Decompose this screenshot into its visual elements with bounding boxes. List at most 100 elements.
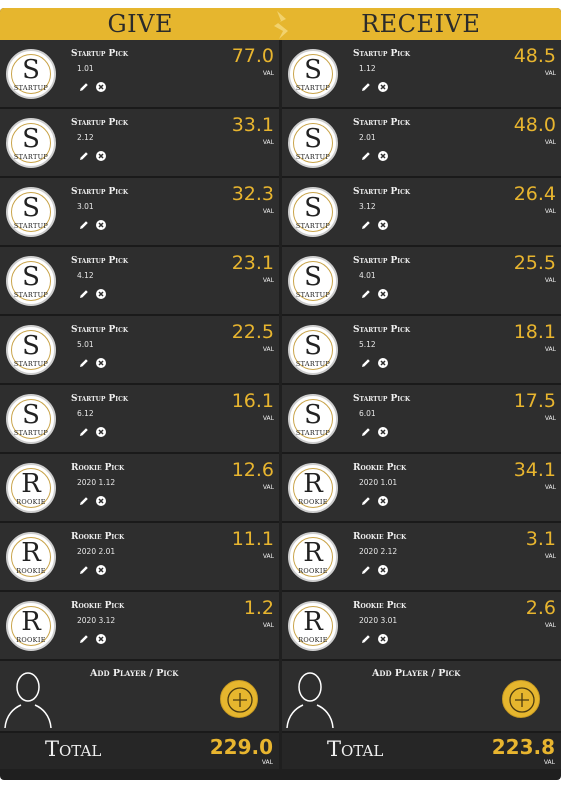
pencil-icon[interactable] (360, 495, 372, 507)
pencil-icon[interactable] (360, 219, 372, 231)
remove-x-icon[interactable] (95, 288, 107, 300)
pick-row[interactable]: S STARTUP Startup Pick 6.01 17.5 VAL (282, 385, 561, 454)
pick-type: Rookie Pick (71, 463, 125, 473)
pick-row[interactable]: S STARTUP Startup Pick 5.12 18.1 VAL (282, 316, 561, 385)
pick-number: 6.01 (359, 409, 376, 418)
remove-x-icon[interactable] (95, 150, 107, 162)
pencil-icon[interactable] (360, 426, 372, 438)
pick-value: 22.5 (231, 321, 274, 343)
remove-x-icon[interactable] (377, 81, 389, 93)
value-unit: VAL (544, 346, 556, 353)
pencil-icon[interactable] (360, 81, 372, 93)
remove-x-icon[interactable] (95, 495, 107, 507)
logo-letter: S (22, 262, 40, 292)
remove-x-icon[interactable] (95, 426, 107, 438)
remove-x-icon[interactable] (377, 426, 389, 438)
pick-logo: S STARTUP (6, 394, 56, 444)
pencil-icon[interactable] (360, 357, 372, 369)
pick-logo: S STARTUP (288, 118, 338, 168)
pick-row[interactable]: S STARTUP Startup Pick 5.01 22.5 VAL (0, 316, 279, 385)
remove-x-icon[interactable] (95, 81, 107, 93)
pick-row[interactable]: S STARTUP Startup Pick 6.12 16.1 VAL (0, 385, 279, 454)
pick-number: 5.12 (359, 340, 376, 349)
remove-x-icon[interactable] (95, 564, 107, 576)
pick-logo: S STARTUP (6, 256, 56, 306)
add-player-row[interactable]: Add Player / Pick (0, 661, 279, 733)
pick-number: 2020 2.01 (77, 547, 116, 556)
value-unit: VAL (544, 622, 556, 629)
pencil-icon[interactable] (360, 150, 372, 162)
remove-x-icon[interactable] (95, 219, 107, 231)
remove-x-icon[interactable] (377, 357, 389, 369)
trade-header: GIVE RECEIVE (0, 8, 561, 40)
pick-logo: S STARTUP (6, 325, 56, 375)
pencil-icon[interactable] (78, 81, 90, 93)
logo-word: STARTUP (13, 291, 49, 299)
plus-icon (509, 687, 535, 713)
total-row: Total 223.8 VAL (282, 733, 561, 769)
logo-letter: R (303, 469, 323, 499)
pick-logo: S STARTUP (6, 118, 56, 168)
logo-letter: S (22, 331, 40, 361)
pick-logo: S STARTUP (288, 325, 338, 375)
remove-x-icon[interactable] (377, 495, 389, 507)
value-unit: VAL (262, 346, 274, 353)
remove-x-icon[interactable] (377, 150, 389, 162)
pencil-icon[interactable] (78, 150, 90, 162)
pick-row[interactable]: R ROOKIE Rookie Pick 2020 1.12 12.6 VAL (0, 454, 279, 523)
pencil-icon[interactable] (78, 426, 90, 438)
pick-row[interactable]: R ROOKIE Rookie Pick 2020 1.01 34.1 VAL (282, 454, 561, 523)
pencil-icon[interactable] (78, 495, 90, 507)
pick-row[interactable]: S STARTUP Startup Pick 3.12 26.4 VAL (282, 178, 561, 247)
pick-row[interactable]: R ROOKIE Rookie Pick 2020 2.01 11.1 VAL (0, 523, 279, 592)
pick-row[interactable]: S STARTUP Startup Pick 4.01 25.5 VAL (282, 247, 561, 316)
add-player-label: Add Player / Pick (372, 668, 461, 679)
pick-value: 3.1 (525, 528, 556, 550)
pick-type: Rookie Pick (71, 532, 125, 542)
add-player-row[interactable]: Add Player / Pick (282, 661, 561, 733)
pencil-icon[interactable] (78, 288, 90, 300)
pick-row[interactable]: S STARTUP Startup Pick 2.12 33.1 VAL (0, 109, 279, 178)
logo-word: STARTUP (13, 222, 49, 230)
total-value: 223.8 (491, 735, 555, 759)
value-unit: VAL (544, 553, 556, 560)
pencil-icon[interactable] (78, 564, 90, 576)
pencil-icon[interactable] (78, 633, 90, 645)
value-unit: VAL (544, 484, 556, 491)
pick-row[interactable]: R ROOKIE Rookie Pick 2020 3.12 1.2 VAL (0, 592, 279, 661)
logo-letter: R (21, 607, 41, 637)
pick-row[interactable]: S STARTUP Startup Pick 4.12 23.1 VAL (0, 247, 279, 316)
remove-x-icon[interactable] (377, 633, 389, 645)
add-player-button[interactable] (502, 680, 540, 718)
pick-value: 25.5 (513, 252, 556, 274)
value-unit: VAL (262, 484, 274, 491)
remove-x-icon[interactable] (95, 357, 107, 369)
remove-x-icon[interactable] (95, 633, 107, 645)
logo-word: ROOKIE (16, 498, 46, 506)
pick-row[interactable]: R ROOKIE Rookie Pick 2020 3.01 2.6 VAL (282, 592, 561, 661)
pencil-icon[interactable] (360, 564, 372, 576)
pencil-icon[interactable] (78, 357, 90, 369)
pick-number: 3.01 (77, 202, 94, 211)
logo-word: STARTUP (295, 84, 331, 92)
pick-type: Rookie Pick (353, 532, 407, 542)
remove-x-icon[interactable] (377, 219, 389, 231)
pencil-icon[interactable] (360, 633, 372, 645)
pick-number: 2.01 (359, 133, 376, 142)
pick-row[interactable]: S STARTUP Startup Pick 3.01 32.3 VAL (0, 178, 279, 247)
pick-row[interactable]: S STARTUP Startup Pick 2.01 48.0 VAL (282, 109, 561, 178)
pick-row[interactable]: R ROOKIE Rookie Pick 2020 2.12 3.1 VAL (282, 523, 561, 592)
add-player-button[interactable] (220, 680, 258, 718)
pick-value: 23.1 (231, 252, 274, 274)
pencil-icon[interactable] (360, 288, 372, 300)
pick-row[interactable]: S STARTUP Startup Pick 1.01 77.0 VAL (0, 40, 279, 109)
logo-word: STARTUP (295, 360, 331, 368)
logo-letter: S (304, 193, 322, 223)
remove-x-icon[interactable] (377, 564, 389, 576)
pick-number: 2020 1.01 (359, 478, 398, 487)
pick-value: 32.3 (231, 183, 274, 205)
pick-row[interactable]: S STARTUP Startup Pick 1.12 48.5 VAL (282, 40, 561, 109)
pencil-icon[interactable] (78, 219, 90, 231)
remove-x-icon[interactable] (377, 288, 389, 300)
logo-letter: R (21, 538, 41, 568)
